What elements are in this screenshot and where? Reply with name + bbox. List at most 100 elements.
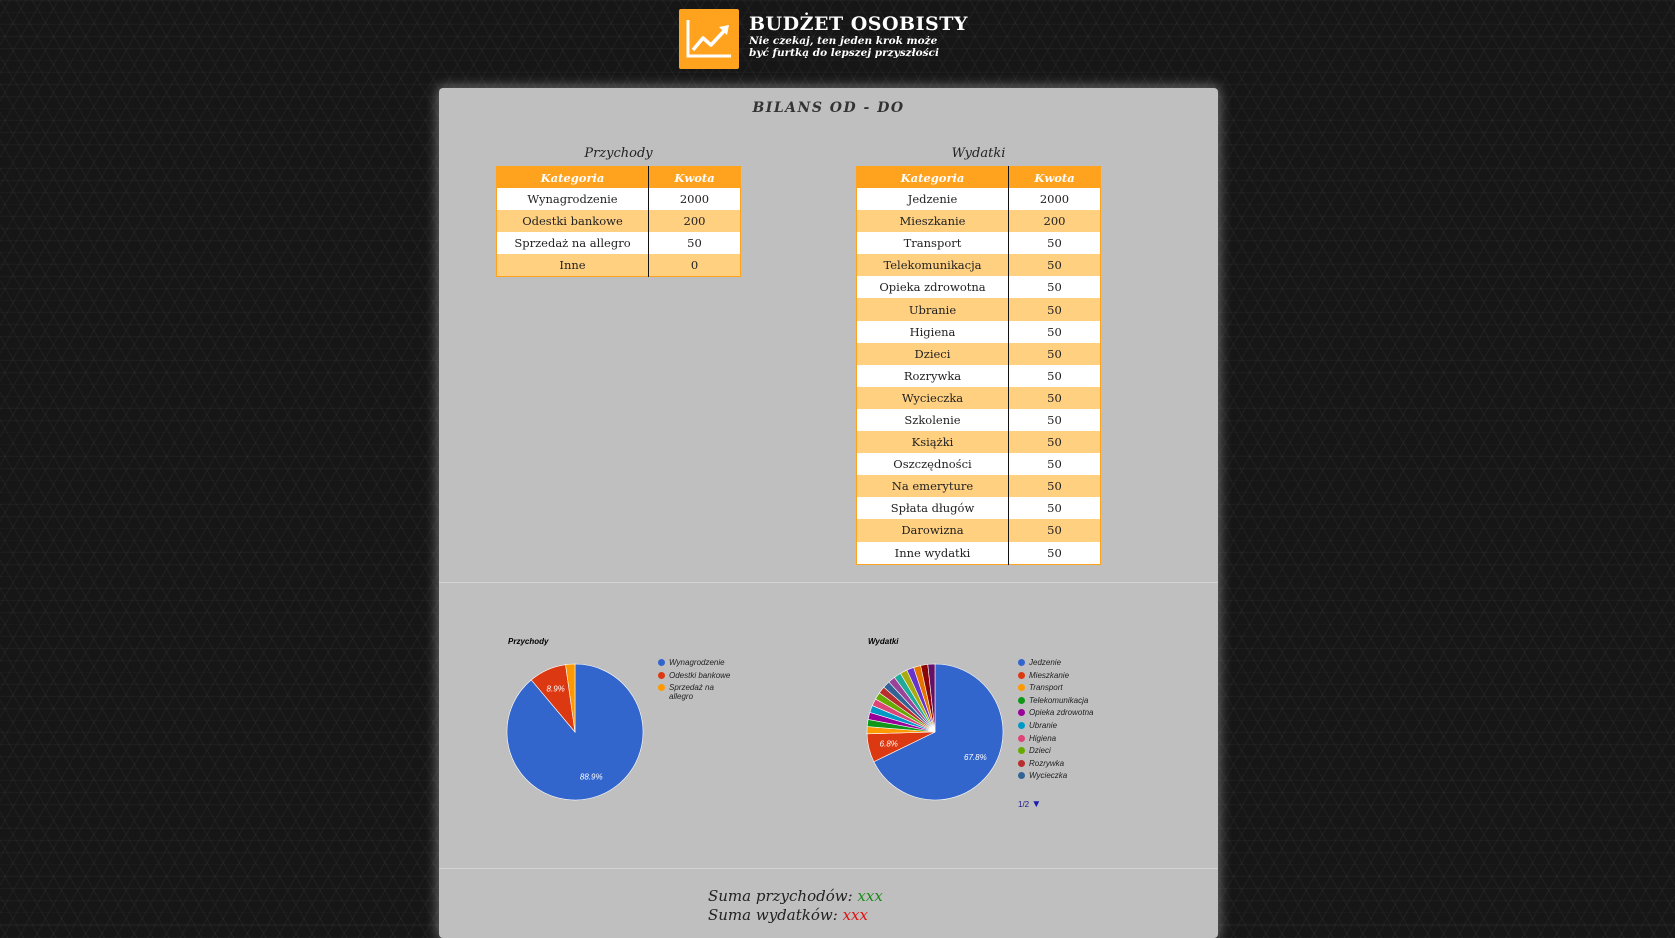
app-subtitle: Nie czekaj, ten jeden krok może być furt…	[749, 35, 939, 59]
legend-item[interactable]: Rozrywka	[1018, 759, 1118, 772]
legend-label: Higiena	[1029, 733, 1057, 743]
expense-amount-cell: 200	[1008, 210, 1101, 233]
income-sum-value: xxx	[857, 887, 883, 905]
pie-slice-label: 6.8%	[880, 739, 898, 748]
income-amount-cell: 200	[648, 210, 741, 233]
expense-category-cell: Szkolenie	[856, 408, 1009, 432]
legend-label: Sprzedaż na allegro	[669, 683, 714, 702]
legend-dot	[1018, 659, 1025, 666]
expense-row: Wycieczka 50	[856, 386, 1101, 409]
page-title: BILANS OD - DO	[752, 100, 905, 116]
expense-amount-cell: 50	[1008, 320, 1101, 343]
legend-item[interactable]: Wycieczka	[1018, 771, 1118, 784]
trending-up-chart-icon	[686, 20, 731, 58]
legend-label: Rozrywka	[1029, 758, 1065, 768]
legend-dot	[1018, 721, 1025, 729]
legend-label: Jedzenie	[1029, 658, 1062, 667]
expense-header-category: Kategoria	[856, 166, 1009, 188]
summary: Suma przychodów: xxx Suma wydatków: xxx	[708, 887, 883, 924]
expense-row: Higiena 50	[856, 320, 1101, 343]
income-category-cell: Odestki bankowe	[496, 210, 649, 233]
legend-item[interactable]: Opieka zdrowotna	[1018, 708, 1118, 721]
legend-pager[interactable]: 1/2 ▼	[1018, 799, 1041, 810]
expense-row: Telekomunikacja 50	[856, 254, 1101, 277]
legend-page-indicator: 1/2	[1018, 800, 1030, 809]
expense-sum-value: xxx	[842, 905, 868, 924]
pie-slice-label: 88.9%	[580, 773, 603, 782]
income-category-cell: Inne	[496, 254, 649, 277]
expense-amount-cell: 50	[1008, 431, 1101, 454]
legend-item[interactable]: Telekomunikacja	[1018, 696, 1118, 709]
app-title: BUDŻET OSOBISTY	[749, 13, 968, 35]
legend-item[interactable]: Wynagrodzenie	[658, 658, 738, 671]
income-sum-line: Suma przychodów: xxx	[708, 887, 883, 906]
expense-amount-cell: 50	[1008, 276, 1101, 299]
legend-item[interactable]: Sprzedaż na allegro	[658, 683, 738, 701]
expense-row: Dzieci 50	[856, 342, 1101, 365]
expense-row: Na emeryture 50	[856, 475, 1101, 498]
legend-dot	[658, 659, 665, 666]
expense-amount-cell: 2000	[1008, 188, 1101, 211]
expense-amount-cell: 50	[1008, 475, 1101, 498]
legend-dot	[1018, 709, 1025, 717]
legend-label: Telekomunikacja	[1029, 695, 1089, 705]
balance-panel: BILANS OD - DO Przychody Kategoria Kwota…	[439, 88, 1218, 938]
expense-row: Szkolenie 50	[856, 408, 1101, 432]
section-divider	[439, 582, 1218, 583]
expense-amount-cell: 50	[1008, 453, 1101, 476]
income-header-category: Kategoria	[496, 166, 649, 188]
expense-category-cell: Inne wydatki	[856, 541, 1009, 565]
expense-category-cell: Oszczędności	[856, 453, 1009, 476]
expense-row: Opieka zdrowotna 50	[856, 276, 1101, 299]
expense-row: Inne wydatki 50	[856, 541, 1101, 565]
income-sum-label: Suma przychodów:	[708, 887, 853, 905]
section-divider	[439, 868, 1218, 869]
expense-category-cell: Mieszkanie	[856, 210, 1009, 233]
expense-pie-chart: 67.8% 6.8%	[866, 663, 1004, 801]
expense-row: Rozrywka 50	[856, 364, 1101, 387]
expense-row: Książki 50	[856, 431, 1101, 454]
income-amount-cell: 50	[648, 232, 741, 255]
legend-item[interactable]: Odestki bankowe	[658, 671, 738, 684]
legend-item[interactable]: Transport	[1018, 683, 1118, 696]
legend-label: Mieszkanie	[1029, 670, 1070, 680]
income-row: Odestki bankowe 200	[496, 210, 741, 233]
legend-item[interactable]: Ubranie	[1018, 721, 1118, 734]
expense-amount-cell: 50	[1008, 497, 1101, 520]
expense-row: Spłata długów 50	[856, 497, 1101, 520]
logo[interactable]	[679, 9, 739, 69]
pie-slice-label: 67.8%	[964, 753, 987, 762]
expense-row: Oszczędności 50	[856, 453, 1101, 476]
legend-label: Transport	[1029, 683, 1063, 693]
expense-category-cell: Książki	[856, 431, 1009, 454]
legend-label: Ubranie	[1029, 720, 1058, 730]
expense-amount-cell: 50	[1008, 408, 1101, 432]
expense-amount-cell: 50	[1008, 519, 1101, 542]
legend-label: Dzieci	[1029, 746, 1051, 756]
income-row: Sprzedaż na allegro 50	[496, 232, 741, 255]
legend-item[interactable]: Dzieci	[1018, 746, 1118, 759]
income-category-cell: Wynagrodzenie	[496, 188, 649, 211]
income-chart-title: Przychody	[508, 637, 549, 646]
legend-next-arrow-icon[interactable]: ▼	[1031, 799, 1041, 810]
expense-row: Darowizna 50	[856, 519, 1101, 542]
expense-table: Kategoria Kwota Jedzenie 2000 Mieszkanie 20…	[856, 166, 1101, 565]
legend-dot	[1018, 772, 1025, 780]
pie-slice-label: 8.9%	[547, 685, 565, 694]
legend-label: Wynagrodzenie	[669, 658, 725, 667]
expense-category-cell: Ubranie	[856, 298, 1009, 321]
expense-category-cell: Dzieci	[856, 342, 1009, 365]
legend-dot	[1018, 696, 1025, 704]
legend-item[interactable]: Mieszkanie	[1018, 671, 1118, 684]
legend-item[interactable]: Higiena	[1018, 734, 1118, 747]
legend-dot	[658, 671, 665, 679]
expense-amount-cell: 50	[1008, 364, 1101, 387]
expense-row: Jedzenie 2000	[856, 188, 1101, 211]
expense-category-cell: Transport	[856, 232, 1009, 255]
income-pie-chart: 88.9% 8.9%	[506, 663, 644, 801]
expense-amount-cell: 50	[1008, 254, 1101, 277]
expense-row: Ubranie 50	[856, 298, 1101, 321]
expense-amount-cell: 50	[1008, 541, 1101, 565]
legend-item[interactable]: Jedzenie	[1018, 658, 1118, 671]
income-category-cell: Sprzedaż na allegro	[496, 232, 649, 255]
